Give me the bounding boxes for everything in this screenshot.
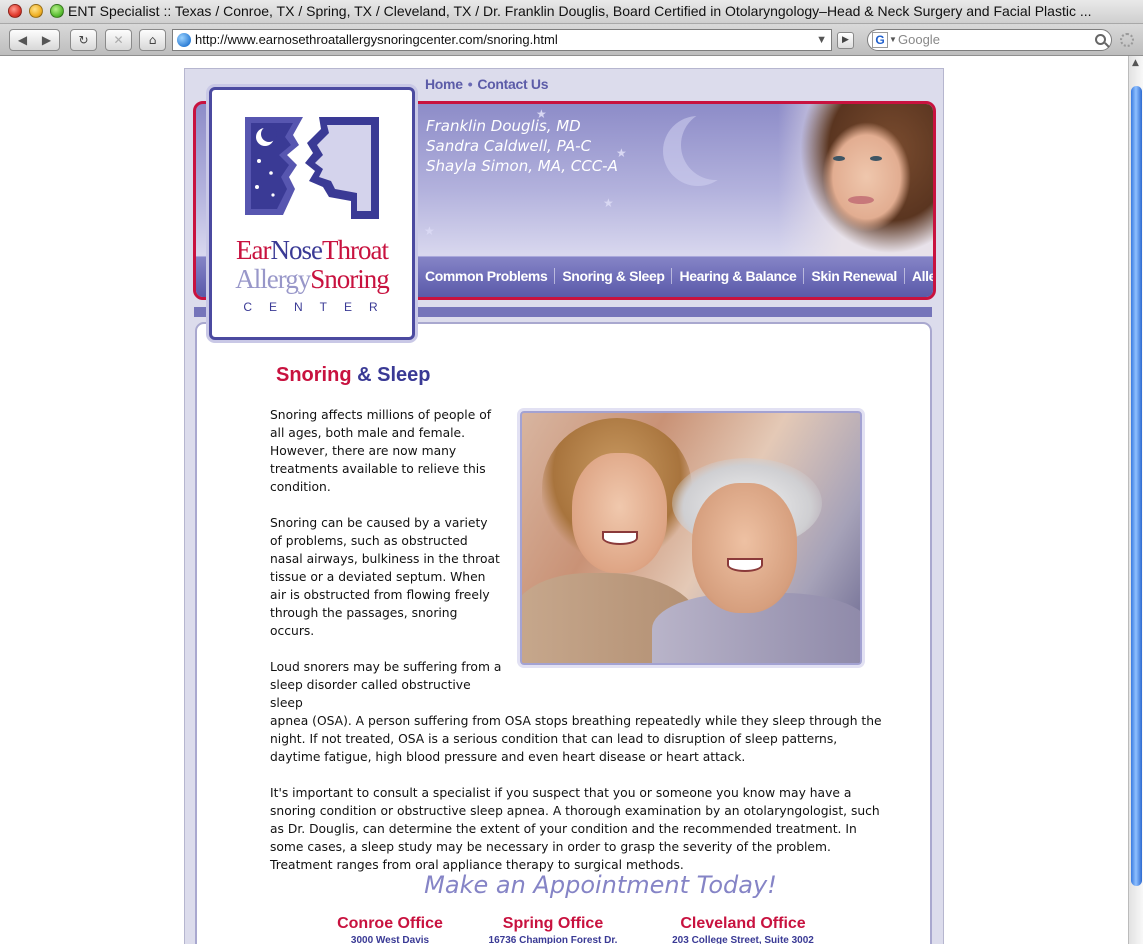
office-name[interactable]: Conroe Office — [300, 914, 480, 934]
article-paragraph: apnea (OSA). A person suffering from OSA… — [270, 714, 882, 764]
nav-item-allergy-sinus[interactable]: Allergy & Sinus — [905, 268, 933, 284]
home-icon[interactable]: ⌂ — [139, 29, 166, 51]
browser-toolbar: ◀ ▶ ↻ ✕ ⌂ http://www.earnosethroatallergy… — [0, 24, 1143, 56]
close-window-button[interactable] — [8, 4, 22, 18]
page-container: Home • Contact Us ★ ★ ★ ★ Franklin Douglis… — [184, 68, 944, 944]
minimize-window-button[interactable] — [29, 4, 43, 18]
page-title-part2: & Sleep — [351, 364, 431, 386]
office-address: 16736 Champion Forest Dr. — [488, 935, 618, 944]
zoom-window-button[interactable] — [50, 4, 64, 18]
stop-icon[interactable]: ✕ — [105, 29, 132, 51]
article-paragraph: It's important to consult a specialist i… — [270, 786, 880, 872]
office-name[interactable]: Spring Office — [463, 914, 643, 934]
page-title: Snoring & Sleep — [276, 364, 430, 387]
office-name[interactable]: Cleveland Office — [653, 914, 833, 934]
page-viewport: Home • Contact Us ★ ★ ★ ★ Franklin Douglis… — [0, 57, 1128, 944]
logo-word-nose: Nose — [270, 235, 322, 265]
logo-word-center: CENTER — [243, 300, 395, 314]
loading-spinner-icon — [1120, 33, 1134, 47]
address-bar[interactable]: http://www.earnosethroatallergysnoringce… — [172, 29, 832, 51]
window-title: ENT Specialist :: Texas / Conroe, TX / S… — [68, 3, 1092, 19]
search-engine-dropdown-icon[interactable]: ▼ — [889, 30, 897, 50]
nav-contact-link[interactable]: Contact Us — [477, 76, 548, 92]
appointment-heading: Make an Appointment Today! — [424, 871, 777, 899]
moon-graphic — [681, 110, 751, 180]
photo-detail — [870, 156, 882, 161]
back-forward-buttons: ◀ ▶ — [9, 29, 60, 51]
office-spring[interactable]: Spring Office 16736 Champion Forest Dr. — [463, 914, 643, 944]
logo-line-ear-nose-throat: EarNoseThroat — [212, 235, 412, 265]
office-address: 3000 West Davis — [350, 935, 430, 944]
page-title-part1: Snoring — [276, 364, 352, 386]
nav-item-hearing-balance[interactable]: Hearing & Balance — [672, 268, 805, 284]
nav-home-link[interactable]: Home — [425, 76, 463, 92]
nav-item-common-problems[interactable]: Common Problems — [418, 268, 556, 284]
logo-line-allergy-snoring: AllergySnoring — [212, 264, 412, 294]
doctor-name: Sandra Caldwell, PA-C — [426, 137, 592, 155]
nav-item-snoring-sleep[interactable]: Snoring & Sleep — [555, 268, 673, 284]
star-icon: ★ — [603, 196, 614, 210]
photo-detail — [848, 196, 874, 204]
doctor-list: Franklin Douglis, MD Sandra Caldwell, PA… — [426, 116, 618, 176]
article-paragraph: Loud snorers may be suffering from a sle… — [270, 660, 502, 710]
article-body: Snoring affects millions of people of al… — [270, 406, 890, 874]
reload-icon[interactable]: ↻ — [70, 29, 97, 51]
article-paragraph: Snoring affects millions of people of al… — [270, 408, 492, 494]
google-icon[interactable]: G — [872, 32, 888, 48]
top-nav: Home • Contact Us — [425, 76, 549, 92]
article-paragraph: Snoring can be caused by a variety of pr… — [270, 516, 500, 638]
scroll-up-icon[interactable]: ▲ — [1132, 58, 1139, 68]
nav-separator: • — [467, 76, 473, 92]
logo-word-ear: Ear — [236, 235, 271, 265]
search-icon[interactable] — [1095, 34, 1106, 45]
doctor-name: Franklin Douglis, MD — [426, 117, 581, 135]
scroll-thumb[interactable] — [1131, 86, 1142, 886]
snapback-icon[interactable]: ▶ — [837, 32, 854, 49]
site-logo[interactable]: EarNoseThroat AllergySnoring CENTER — [209, 87, 415, 340]
search-field[interactable]: G ▼ Google — [867, 29, 1112, 51]
profile-faces-logo-icon — [245, 117, 379, 219]
photo-detail — [833, 156, 845, 161]
content-panel: Snoring & Sleep Snoring affects millions… — [195, 322, 932, 944]
vertical-scrollbar[interactable]: ▲ — [1128, 56, 1143, 944]
logo-word-throat: Throat — [321, 235, 389, 265]
globe-icon — [177, 33, 191, 47]
banner-photo — [778, 104, 933, 256]
back-icon[interactable]: ◀ — [11, 30, 35, 50]
logo-word-allergy: Allergy — [235, 264, 311, 294]
office-address: 203 College Street, Suite 3002 — [672, 935, 814, 944]
logo-word-snoring: Snoring — [310, 264, 390, 294]
doctor-name: Shayla Simon, MA, CCC-A — [426, 157, 618, 175]
forward-icon[interactable]: ▶ — [35, 30, 59, 50]
star-icon: ★ — [424, 224, 435, 238]
search-input[interactable]: Google — [898, 30, 940, 50]
office-conroe[interactable]: Conroe Office 3000 West Davis — [300, 914, 480, 944]
chevron-down-icon[interactable]: ▼ — [816, 30, 827, 50]
url-text[interactable]: http://www.earnosethroatallergysnoringce… — [195, 30, 558, 50]
office-cleveland[interactable]: Cleveland Office 203 College Street, Sui… — [653, 914, 833, 944]
window-titlebar: ENT Specialist :: Texas / Conroe, TX / S… — [0, 0, 1143, 24]
nav-item-skin-renewal[interactable]: Skin Renewal — [804, 268, 905, 284]
